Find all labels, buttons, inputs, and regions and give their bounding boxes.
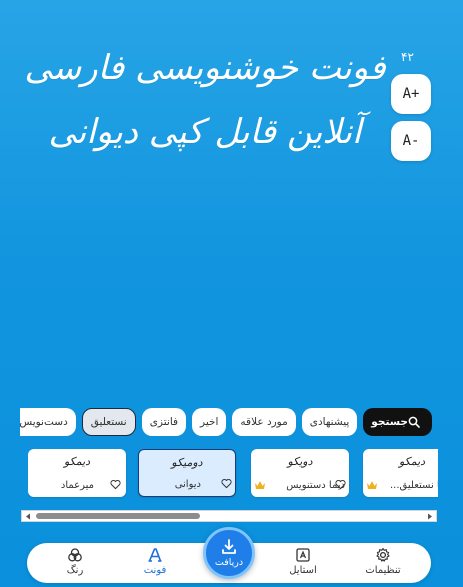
font-card-name: دیما دستنویس xyxy=(286,480,345,491)
font-card-sample: دومیکو xyxy=(171,456,203,469)
font-card-name: میرعماد xyxy=(60,480,94,491)
font-preview-text: فونت خوشنویسی فارسی آنلاین قابل کپی دیوا… xyxy=(24,48,386,152)
nav-font-label: فونت xyxy=(143,565,167,576)
font-card-miremad[interactable]: دیمکو میرعماد xyxy=(28,449,126,497)
download-icon xyxy=(222,539,236,554)
nav-color-label: رنگ xyxy=(66,565,84,576)
palette-icon xyxy=(68,548,82,562)
font-card-list: دیمکو دیما نستعلیق... دویکو دیما دستنویس… xyxy=(28,449,438,501)
scroll-left-arrow-icon[interactable] xyxy=(22,511,34,521)
download-button[interactable]: دریافت xyxy=(203,527,255,579)
gear-icon xyxy=(376,547,390,562)
download-label: دریافت xyxy=(214,557,244,568)
search-chip[interactable]: جستجو xyxy=(363,408,432,436)
style-icon xyxy=(296,548,310,562)
nav-font[interactable]: فونت xyxy=(123,547,187,581)
font-card-sample: دویکو xyxy=(287,455,313,468)
chip-handwritten[interactable]: دست‌نویس xyxy=(20,408,76,436)
font-size-value: ۴۲ xyxy=(401,50,414,64)
nav-style-label: استایل xyxy=(289,565,317,576)
scroll-right-arrow-icon[interactable] xyxy=(424,511,436,521)
font-card-dima-nastaliq[interactable]: دیمکو دیما نستعلیق... xyxy=(363,449,438,497)
category-chips: جستجو پیشنهادی مورد علاقه اخیر فانتزی نس… xyxy=(20,408,432,438)
heart-icon[interactable] xyxy=(110,479,121,490)
increase-font-size-button[interactable]: A+ xyxy=(391,74,431,114)
search-icon xyxy=(408,416,420,428)
search-chip-label: جستجو xyxy=(371,416,408,428)
chip-recent[interactable]: اخیر xyxy=(192,408,227,436)
decrease-font-size-button[interactable]: A- xyxy=(391,121,431,161)
nav-style[interactable]: استایل xyxy=(271,547,335,581)
font-card-name: دیما نستعلیق... xyxy=(390,480,438,491)
font-icon xyxy=(148,548,162,562)
font-card-dima-dastnevis[interactable]: دویکو دیما دستنویس xyxy=(251,449,349,497)
crown-icon xyxy=(255,481,265,489)
font-card-sample: دیمکو xyxy=(398,455,426,468)
scrollbar-thumb[interactable] xyxy=(36,513,200,519)
font-card-divani[interactable]: دومیکو دیوانی xyxy=(138,449,236,497)
font-card-sample: دیمکو xyxy=(63,455,91,468)
heart-icon[interactable] xyxy=(221,478,232,489)
chip-fantasy[interactable]: فانتزی xyxy=(141,408,187,436)
nav-settings[interactable]: تنظیمات xyxy=(351,547,415,581)
chip-favorites[interactable]: مورد علاقه xyxy=(232,408,296,436)
chip-suggested[interactable]: پیشنهادی xyxy=(301,408,358,436)
font-list-scrollbar[interactable] xyxy=(21,510,437,522)
chip-nastaliq[interactable]: نستعلیق xyxy=(81,408,136,436)
nav-settings-label: تنظیمات xyxy=(365,565,401,576)
font-card-name: دیوانی xyxy=(174,479,201,490)
nav-color[interactable]: رنگ xyxy=(43,547,107,581)
crown-icon xyxy=(367,481,377,489)
